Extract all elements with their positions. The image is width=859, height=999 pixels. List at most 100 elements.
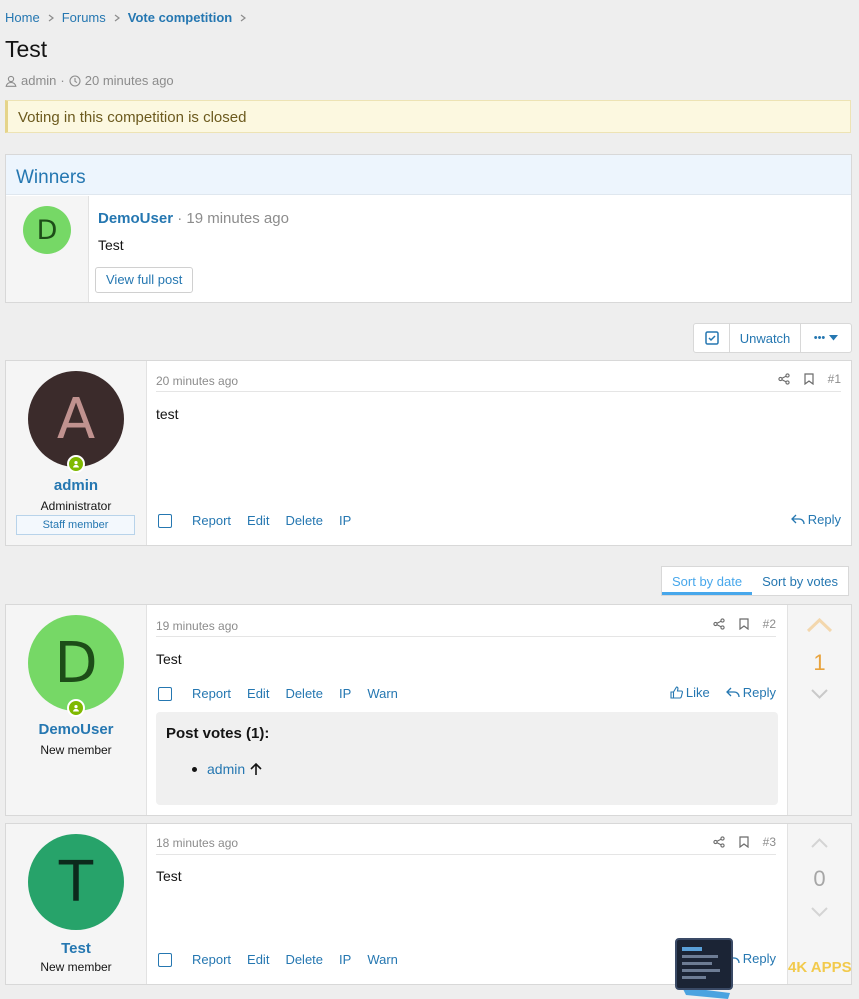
closed-notice: Voting in this competition is closed xyxy=(5,100,851,133)
post-1-body: test xyxy=(156,406,179,422)
chevron-right-icon xyxy=(48,14,54,21)
edit-link[interactable]: Edit xyxy=(247,952,269,967)
edit-link[interactable]: Edit xyxy=(247,513,269,528)
post-3-header-icons: #3 xyxy=(712,835,776,849)
delete-link[interactable]: Delete xyxy=(285,686,323,701)
downvote-icon[interactable] xyxy=(811,689,828,699)
thumbs-up-icon xyxy=(670,686,683,699)
thread-author-link[interactable]: admin xyxy=(21,73,56,88)
reply-label: Reply xyxy=(742,685,776,700)
post-1-divider xyxy=(156,391,841,392)
reply-button[interactable]: Reply xyxy=(725,685,776,700)
post-3-divider xyxy=(156,854,776,855)
caret-down-icon xyxy=(829,335,839,341)
like-button[interactable]: Like xyxy=(670,685,710,700)
tab-sort-by-votes[interactable]: Sort by votes xyxy=(752,567,848,595)
meta-separator: · xyxy=(60,73,65,88)
winners-heading: Winners xyxy=(6,155,851,195)
post-1-select-checkbox[interactable] xyxy=(158,513,172,528)
post-1-user-cell: A admin Administrator Staff member xyxy=(6,361,147,545)
downvote-icon[interactable] xyxy=(811,907,828,917)
breadcrumb-home[interactable]: Home xyxy=(5,10,40,25)
post-3-select-checkbox[interactable] xyxy=(158,952,172,967)
more-dots: ••• xyxy=(813,332,826,344)
winner-avatar[interactable]: D xyxy=(23,206,71,254)
bookmark-icon[interactable] xyxy=(804,373,814,385)
breadcrumb-forums[interactable]: Forums xyxy=(62,10,106,25)
reply-button[interactable]: Reply xyxy=(790,512,841,527)
list-bullet xyxy=(192,766,197,772)
checkbox-checked-icon xyxy=(704,331,719,345)
post-2-number[interactable]: #2 xyxy=(763,617,776,631)
tab-sort-by-date[interactable]: Sort by date xyxy=(662,567,753,595)
chevron-right-icon xyxy=(240,14,247,21)
post-2-time[interactable]: 19 minutes ago xyxy=(156,619,238,633)
share-icon[interactable] xyxy=(712,836,725,848)
more-options-button[interactable]: ••• xyxy=(801,324,851,352)
post-1-username[interactable]: admin xyxy=(6,477,146,494)
reply-label: Reply xyxy=(807,512,841,527)
post-1-avatar[interactable]: A xyxy=(28,371,124,467)
ip-link[interactable]: IP xyxy=(339,513,351,528)
monitor-logo-icon xyxy=(675,938,733,999)
edit-link[interactable]: Edit xyxy=(247,686,269,701)
post-2: D DemoUser New member 19 minutes ago #2 … xyxy=(5,604,852,816)
post-votes-box: Post votes (1): admin xyxy=(156,712,778,805)
report-link[interactable]: Report xyxy=(192,686,231,701)
delete-link[interactable]: Delete xyxy=(285,513,323,528)
winners-block: Winners D DemoUser · 19 minutes ago Test… xyxy=(5,154,852,303)
warn-link[interactable]: Warn xyxy=(367,686,398,701)
post-1-time[interactable]: 20 minutes ago xyxy=(156,374,238,388)
delete-link[interactable]: Delete xyxy=(285,952,323,967)
unwatch-button[interactable]: Unwatch xyxy=(730,324,801,352)
winner-user-link[interactable]: DemoUser xyxy=(98,210,173,227)
breadcrumb: Home Forums Vote competition xyxy=(5,10,254,25)
staff-member-banner: Staff member xyxy=(16,515,135,535)
post-1-right-actions: Reply xyxy=(790,512,841,527)
like-label: Like xyxy=(685,685,710,700)
breadcrumb-vote-competition[interactable]: Vote competition xyxy=(128,10,232,25)
upvote-icon[interactable] xyxy=(811,838,828,848)
post-3-number[interactable]: #3 xyxy=(763,835,776,849)
post-2-right-actions: Like Reply xyxy=(670,685,776,700)
post-2-username[interactable]: DemoUser xyxy=(6,721,146,738)
reply-icon xyxy=(725,687,740,698)
winner-avatar-cell: D xyxy=(6,196,89,302)
ip-link[interactable]: IP xyxy=(339,952,351,967)
clock-icon xyxy=(69,74,81,87)
warn-link[interactable]: Warn xyxy=(367,952,398,967)
share-icon[interactable] xyxy=(712,618,725,630)
post-3-body: Test xyxy=(156,868,182,884)
report-link[interactable]: Report xyxy=(192,952,231,967)
post-2-divider xyxy=(156,636,776,637)
report-link[interactable]: Report xyxy=(192,513,231,528)
post-2-vote-column: 1 xyxy=(787,605,851,815)
upvote-icon[interactable] xyxy=(806,618,833,633)
online-status-icon xyxy=(67,455,85,473)
share-icon[interactable] xyxy=(777,373,790,385)
post-2-actions: Report Edit Delete IP Warn xyxy=(158,686,414,701)
sort-tabs: Sort by date Sort by votes xyxy=(661,566,849,596)
post-3-user-title: New member xyxy=(40,960,112,974)
bookmark-icon[interactable] xyxy=(739,836,749,848)
voter-link[interactable]: admin xyxy=(207,761,245,777)
bookmark-icon[interactable] xyxy=(739,618,749,630)
post-3-avatar[interactable]: T xyxy=(28,834,124,930)
ip-link[interactable]: IP xyxy=(339,686,351,701)
thread-meta: admin · 20 minutes ago xyxy=(5,73,174,88)
post-2-avatar[interactable]: D xyxy=(28,615,124,711)
post-3-username[interactable]: Test xyxy=(6,940,146,957)
view-full-post-button[interactable]: View full post xyxy=(95,267,194,293)
user-icon xyxy=(5,75,17,87)
thread-time: 20 minutes ago xyxy=(84,73,174,88)
winner-post-body: Test xyxy=(98,237,124,253)
page-title: Test xyxy=(5,36,48,62)
post-3-time[interactable]: 18 minutes ago xyxy=(156,836,238,850)
post-2-select-checkbox[interactable] xyxy=(158,686,172,701)
post-1-user-title: Administrator xyxy=(40,499,112,513)
arrow-up-icon xyxy=(250,762,262,775)
post-1-number[interactable]: #1 xyxy=(828,372,841,386)
post-2-body: Test xyxy=(156,651,182,667)
select-thread-button[interactable] xyxy=(694,324,730,352)
chevron-right-icon xyxy=(114,14,120,21)
